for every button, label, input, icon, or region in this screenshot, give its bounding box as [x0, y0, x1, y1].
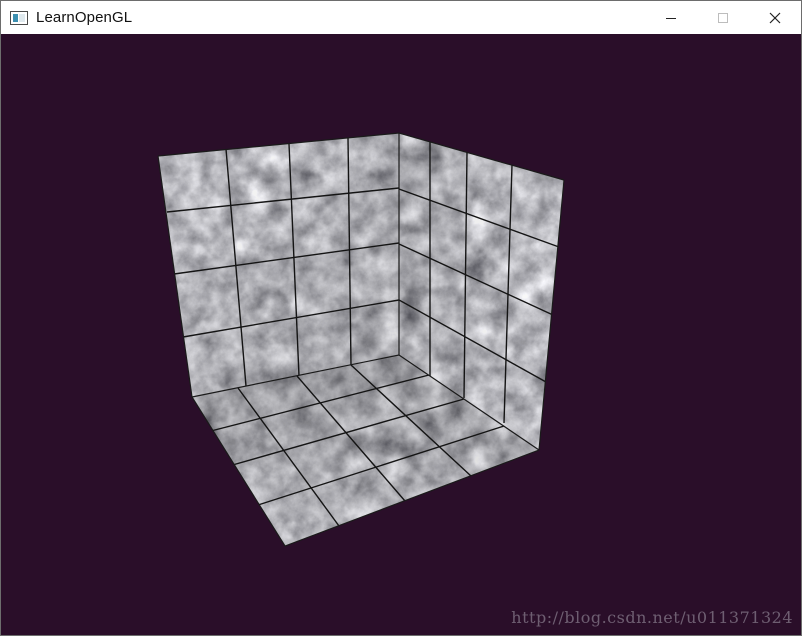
window-title: LearnOpenGL [36, 9, 133, 26]
title-bar[interactable]: LearnOpenGL [1, 1, 801, 34]
minimize-icon [666, 17, 676, 19]
minimize-button[interactable] [645, 1, 697, 34]
gl-viewport[interactable]: http://blog.csdn.net/u011371324 [1, 34, 801, 635]
window-controls [645, 1, 801, 34]
window-icon[interactable] [10, 10, 28, 25]
app-window: LearnOpenGL http://blog.csdn.net/u011371… [0, 0, 802, 636]
close-button[interactable] [749, 1, 801, 34]
maximize-icon [718, 12, 728, 23]
watermark: http://blog.csdn.net/u011371324 [511, 608, 793, 627]
opengl-scene [157, 132, 565, 547]
close-icon [769, 12, 781, 23]
maximize-button[interactable] [697, 1, 749, 34]
